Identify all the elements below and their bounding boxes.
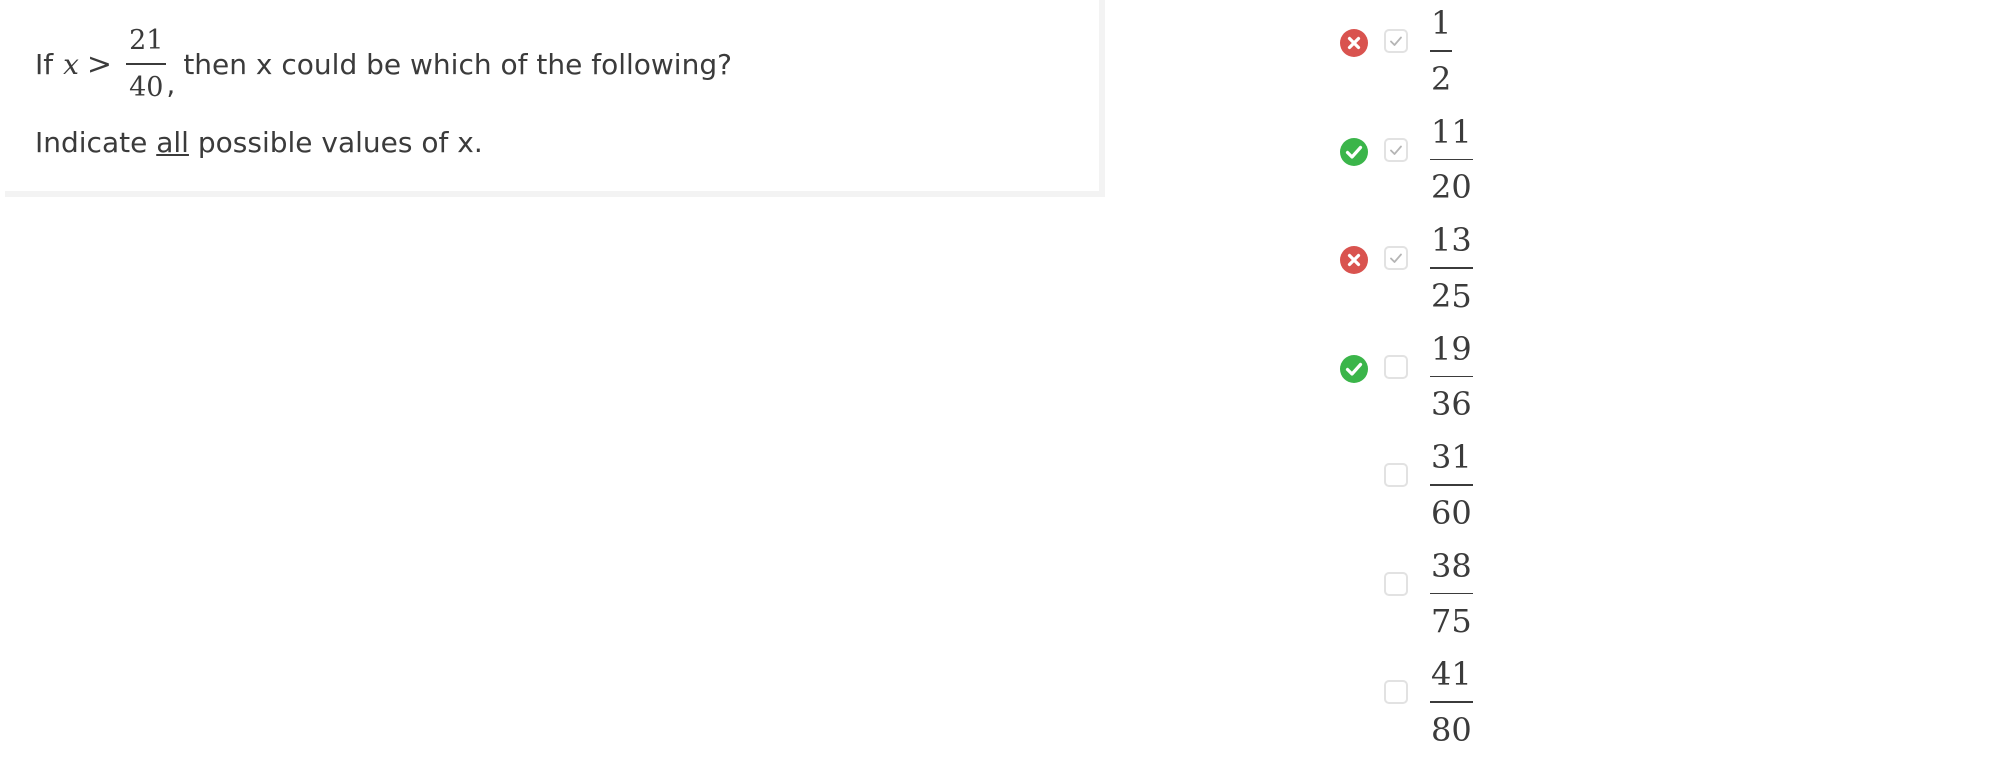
check-circle-icon <box>1340 137 1368 166</box>
choice-denominator: 25 <box>1431 276 1472 315</box>
answer-choice[interactable]: 13 25 <box>1340 224 1640 324</box>
answer-choice[interactable]: 38 75 <box>1340 550 1640 650</box>
choice-numerator: 31 <box>1431 438 1472 476</box>
checkmark-icon <box>1390 145 1402 155</box>
question-card: If x > 21 40 , then x could be which of … <box>5 0 1105 197</box>
fraction-numerator: 21 <box>129 25 164 57</box>
answer-checkbox[interactable] <box>1384 29 1408 53</box>
fraction-bar <box>1430 158 1473 160</box>
math-variable: x <box>63 47 79 81</box>
answer-choice[interactable]: 12 <box>1340 7 1640 107</box>
question-comma: , <box>166 68 176 101</box>
choice-denominator: 36 <box>1431 385 1472 423</box>
answer-checkbox[interactable] <box>1384 463 1408 487</box>
fraction-bar <box>1430 701 1473 703</box>
choice-fraction: 41 80 <box>1430 658 1473 746</box>
answer-checkbox[interactable] <box>1384 354 1408 379</box>
choice-fraction: 13 25 <box>1430 224 1473 312</box>
question-text: If x > 21 40 , then x could be which of … <box>35 22 732 106</box>
answer-choices: 1 2 11 20 13 25 19 36 31 60 38 75 41 80 <box>1340 0 1640 754</box>
instruction-before: Indicate <box>35 126 148 159</box>
answer-checkbox[interactable] <box>1384 137 1408 162</box>
choice-fraction: 11 20 <box>1430 112 1473 206</box>
fraction-bar <box>126 63 167 65</box>
answer-checkbox[interactable] <box>1384 246 1408 270</box>
math-operator: > <box>86 46 113 82</box>
answer-checkbox[interactable] <box>1384 571 1408 596</box>
choice-fraction: 38 75 <box>1430 546 1473 640</box>
fraction-denominator: 40 <box>129 71 164 103</box>
answer-choice[interactable]: 11 20 <box>1340 116 1640 216</box>
fraction-bar <box>1430 484 1473 486</box>
x-circle-icon <box>1340 246 1368 274</box>
instruction-after: possible values of x. <box>197 126 483 159</box>
answer-choice[interactable]: 41 80 <box>1340 658 1640 758</box>
question-fraction: 21 40 <box>126 25 167 103</box>
fraction-bar <box>1430 267 1473 269</box>
answer-choice[interactable]: 19 36 <box>1340 333 1640 433</box>
checkmark-icon <box>1390 36 1402 46</box>
answer-choice[interactable]: 31 60 <box>1340 441 1640 541</box>
checkmark-icon <box>1390 253 1402 263</box>
answer-checkbox[interactable] <box>1384 680 1408 704</box>
choice-numerator: 19 <box>1431 329 1472 368</box>
choice-denominator: 75 <box>1431 602 1472 640</box>
instruction-emphasis: all <box>156 126 189 159</box>
fraction-bar <box>1430 592 1473 594</box>
question-suffix: then x could be which of the following? <box>183 47 732 81</box>
x-circle-icon <box>1340 29 1368 57</box>
choice-numerator: 11 <box>1431 112 1472 151</box>
check-circle-icon <box>1340 354 1368 383</box>
choice-numerator: 1 <box>1431 4 1452 42</box>
question-prefix: If <box>35 47 54 81</box>
choice-numerator: 41 <box>1431 655 1472 693</box>
fraction-bar <box>1430 50 1453 52</box>
question-instruction: Indicate all possible values of x. <box>35 126 483 159</box>
choice-numerator: 38 <box>1431 546 1472 585</box>
choice-fraction: 12 <box>1430 4 1453 98</box>
choice-numerator: 13 <box>1431 221 1472 259</box>
choice-fraction: 31 60 <box>1430 441 1473 529</box>
choice-denominator: 60 <box>1431 493 1472 532</box>
choice-denominator: 20 <box>1431 168 1472 206</box>
fraction-bar <box>1430 375 1473 377</box>
choice-denominator: 2 <box>1431 59 1452 98</box>
choice-fraction: 19 36 <box>1430 329 1473 423</box>
choice-denominator: 80 <box>1431 710 1472 749</box>
